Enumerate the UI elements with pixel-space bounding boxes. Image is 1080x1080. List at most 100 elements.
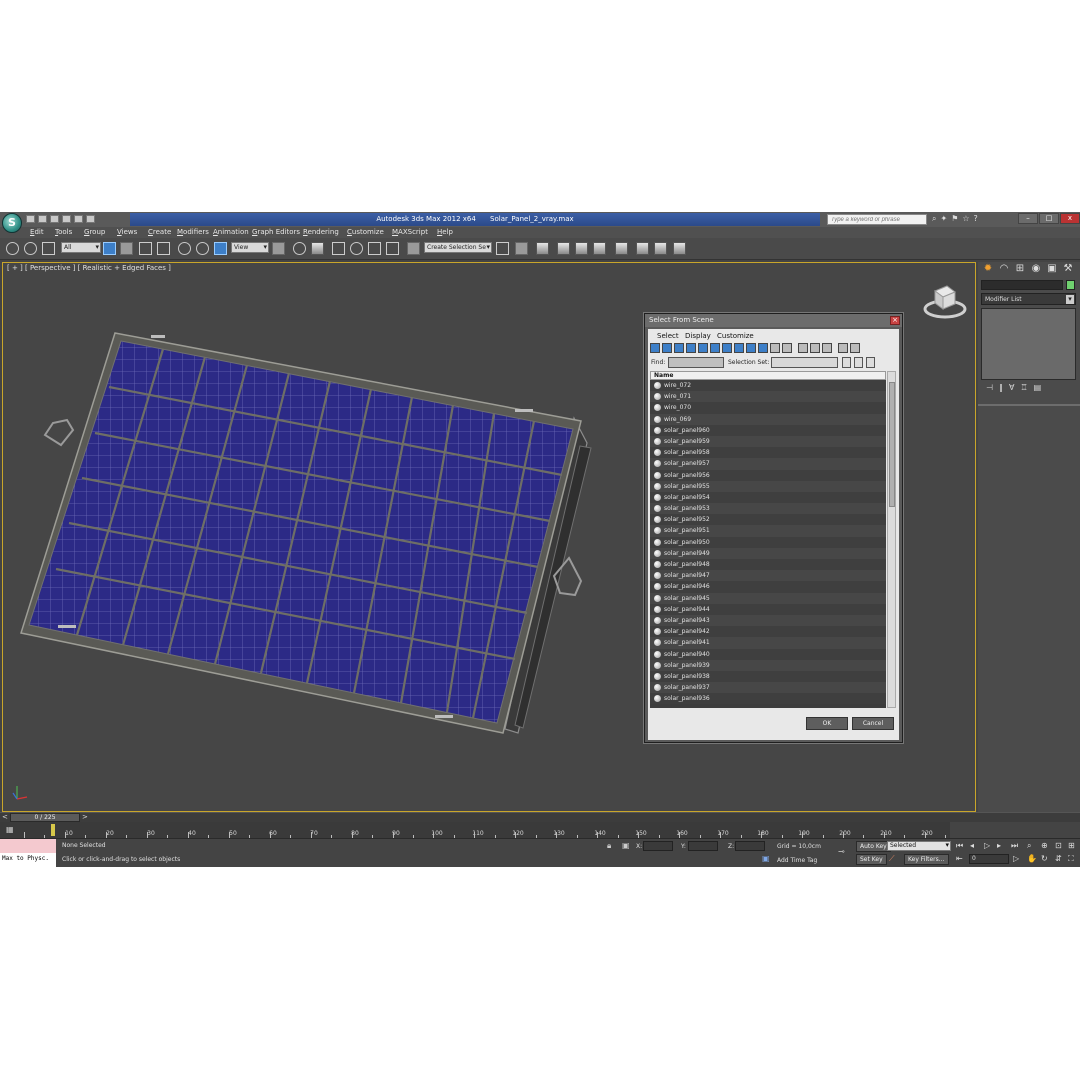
current-frame-marker[interactable]: [51, 824, 55, 836]
show-end-result-icon[interactable]: ‖: [999, 383, 1003, 395]
zoom-icon[interactable]: ⌕: [1027, 841, 1031, 851]
render-setup-icon[interactable]: [636, 242, 649, 255]
new-file-icon[interactable]: [26, 215, 35, 223]
lock-selection-icon[interactable]: 🔒︎: [607, 841, 611, 851]
zoom-extents-icon[interactable]: ⊡: [1055, 841, 1062, 850]
align-icon[interactable]: [515, 242, 528, 255]
display-cameras-icon[interactable]: [686, 343, 696, 353]
redo-icon[interactable]: [74, 215, 83, 223]
display-containers-icon[interactable]: [758, 343, 768, 353]
list-item[interactable]: solar_panel953: [650, 503, 886, 515]
mirror-icon[interactable]: [496, 242, 509, 255]
display-bones-icon[interactable]: [746, 343, 756, 353]
display-hidden-icon[interactable]: [782, 343, 792, 353]
orbit-icon[interactable]: ↻: [1041, 854, 1048, 863]
select-object-icon[interactable]: [103, 242, 116, 255]
subscription-icon[interactable]: ✦: [940, 214, 947, 224]
list-item[interactable]: solar_panel938: [650, 670, 886, 683]
close-button[interactable]: x: [1060, 213, 1080, 224]
selection-set-edit-icon[interactable]: [854, 357, 863, 368]
open-file-icon[interactable]: [38, 215, 47, 223]
make-unique-icon[interactable]: ∀: [1009, 383, 1014, 395]
list-item[interactable]: solar_panel944: [650, 603, 886, 615]
rectangle-selection-icon[interactable]: [139, 242, 152, 255]
save-file-icon[interactable]: [50, 215, 59, 223]
unlink-icon[interactable]: [24, 242, 37, 255]
display-all-icon[interactable]: [798, 343, 808, 353]
set-key-button[interactable]: Set Key: [856, 854, 887, 865]
time-slider-thumb[interactable]: 0 / 225: [10, 813, 80, 822]
rendered-frame-window-icon[interactable]: [654, 242, 667, 255]
display-shapes-icon[interactable]: [662, 343, 672, 353]
display-space-warps-icon[interactable]: [710, 343, 720, 353]
menu-create[interactable]: Create: [148, 228, 171, 236]
maxscript-mini-listener-top[interactable]: [0, 839, 56, 853]
dialog-menu-customize[interactable]: Customize: [717, 332, 754, 340]
dialog-menu-display[interactable]: Display: [685, 332, 711, 340]
list-item[interactable]: solar_panel937: [650, 682, 886, 694]
object-color-swatch[interactable]: [1066, 280, 1075, 290]
display-xrefs-icon[interactable]: [734, 343, 744, 353]
filter-icon[interactable]: [850, 343, 860, 353]
key-filters-button[interactable]: Key Filters...: [904, 854, 949, 865]
current-frame-field[interactable]: 0: [969, 854, 1009, 864]
list-item[interactable]: solar_panel947: [650, 570, 886, 582]
viewcube-icon[interactable]: [921, 281, 969, 321]
list-item[interactable]: solar_panel957: [650, 458, 886, 470]
list-item[interactable]: solar_panel954: [650, 491, 886, 504]
list-item[interactable]: solar_panel939: [650, 659, 886, 671]
prev-frame-arrow-icon[interactable]: <: [2, 813, 8, 821]
modify-tab-icon[interactable]: ◠: [997, 263, 1011, 277]
list-item[interactable]: solar_panel951: [650, 525, 886, 537]
time-tag-icon[interactable]: ▣: [762, 854, 770, 863]
spinner-snap-icon[interactable]: [386, 242, 399, 255]
window-crossing-icon[interactable]: [157, 242, 170, 255]
select-and-link-icon[interactable]: [6, 242, 19, 255]
z-coordinate-field[interactable]: [735, 841, 765, 851]
pivot-center-icon[interactable]: [272, 242, 285, 255]
prev-frame-icon[interactable]: ◂: [970, 841, 974, 850]
invert-display-icon[interactable]: [822, 343, 832, 353]
pan-view-icon[interactable]: ✋: [1027, 854, 1037, 863]
key-mode-toggle-icon[interactable]: ⇤: [956, 854, 963, 863]
list-item[interactable]: solar_panel956: [650, 469, 886, 481]
list-item[interactable]: solar_panel952: [650, 514, 886, 526]
list-item[interactable]: wire_071: [650, 391, 886, 403]
select-and-manipulate-icon[interactable]: [293, 242, 306, 255]
list-item[interactable]: wire_072: [650, 380, 886, 392]
material-editor-icon[interactable]: [615, 242, 628, 255]
app-logo-icon[interactable]: S: [2, 213, 22, 233]
display-none-icon[interactable]: [810, 343, 820, 353]
list-scrollbar-thumb[interactable]: [889, 382, 895, 507]
hierarchy-tab-icon[interactable]: ⊞: [1013, 263, 1027, 277]
list-item[interactable]: solar_panel955: [650, 480, 886, 492]
zoom-extents-all-icon[interactable]: ⊞: [1068, 841, 1075, 850]
layer-manager-icon[interactable]: [536, 242, 549, 255]
list-item[interactable]: solar_panel942: [650, 626, 886, 638]
list-item[interactable]: solar_panel945: [650, 592, 886, 604]
graphite-tools-icon[interactable]: [557, 242, 570, 255]
modifier-stack[interactable]: [981, 308, 1076, 380]
menu-graph-editors[interactable]: Graph Editors: [252, 228, 300, 236]
list-item[interactable]: solar_panel949: [650, 547, 886, 559]
key-mode-dropdown[interactable]: Selected: [887, 841, 951, 851]
list-scrollbar[interactable]: [887, 371, 896, 708]
list-item[interactable]: solar_panel941: [650, 637, 886, 649]
y-coordinate-field[interactable]: [688, 841, 718, 851]
select-and-rotate-icon[interactable]: [196, 242, 209, 255]
maximize-button[interactable]: □: [1039, 213, 1059, 224]
list-item[interactable]: solar_panel960: [650, 424, 886, 436]
key-icon[interactable]: ⊸: [838, 847, 845, 856]
named-selection-dropdown[interactable]: Create Selection Se: [424, 242, 492, 253]
find-input[interactable]: [668, 357, 724, 368]
menu-group[interactable]: Group: [84, 228, 105, 236]
list-item[interactable]: solar_panel958: [650, 447, 886, 459]
select-and-scale-icon[interactable]: [214, 242, 227, 255]
absolute-mode-icon[interactable]: ▣: [622, 841, 630, 850]
menu-tools[interactable]: Tools: [55, 228, 72, 236]
list-item[interactable]: solar_panel946: [650, 581, 886, 593]
percent-snap-icon[interactable]: [368, 242, 381, 255]
walk-through-icon[interactable]: ⇵: [1055, 854, 1062, 863]
sync-selection-icon[interactable]: [838, 343, 848, 353]
next-frame-icon[interactable]: ▸: [997, 841, 1001, 850]
